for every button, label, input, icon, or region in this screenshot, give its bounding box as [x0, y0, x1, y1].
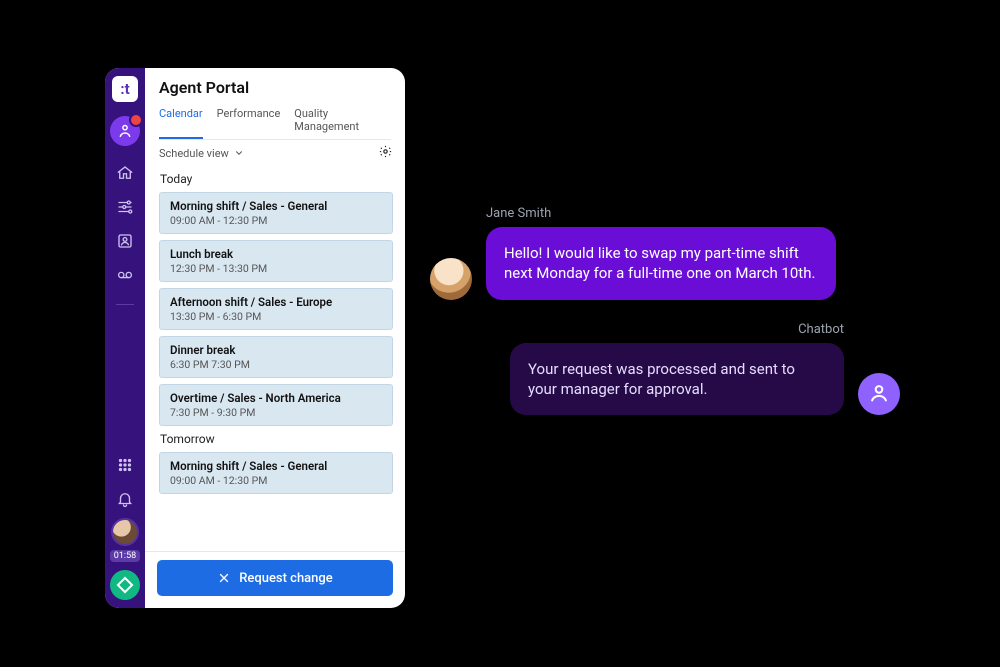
slot-time: 09:00 AM - 12:30 PM: [170, 214, 382, 227]
chat-bot-row: Your request was processed and sent to y…: [510, 343, 900, 416]
rail-dialpad-button[interactable]: [110, 450, 140, 480]
sliders-icon: [116, 198, 134, 216]
rail-notify-button[interactable]: [110, 484, 140, 514]
portal-header: Agent Portal Calendar Performance Qualit…: [145, 68, 405, 140]
chat-pane: Jane Smith Hello! I would like to swap m…: [430, 206, 900, 415]
request-change-label: Request change: [239, 571, 333, 586]
rail-chat-button[interactable]: [110, 116, 140, 146]
slot-title: Lunch break: [170, 247, 382, 261]
user-avatar: [430, 258, 472, 300]
swap-icon: [217, 571, 231, 585]
bot-avatar: [858, 373, 900, 415]
schedule-slot[interactable]: Lunch break12:30 PM - 13:30 PM: [159, 240, 393, 282]
portal-main: Agent Portal Calendar Performance Qualit…: [145, 68, 405, 608]
slot-title: Afternoon shift / Sales - Europe: [170, 295, 382, 309]
slot-time: 12:30 PM - 13:30 PM: [170, 262, 382, 275]
slot-time: 6:30 PM 7:30 PM: [170, 358, 382, 371]
slot-title: Morning shift / Sales - General: [170, 459, 382, 473]
rail-separator: [116, 304, 134, 305]
chat-user-bubble: Hello! I would like to swap my part-time…: [486, 227, 836, 300]
voicemail-icon: [116, 266, 134, 284]
portal-tabs: Calendar Performance Quality Management: [159, 103, 391, 140]
rail-voicemail-button[interactable]: [110, 260, 140, 290]
logo-glyph: :t: [120, 80, 129, 98]
section-label-today: Today: [160, 172, 393, 186]
schedule-slot[interactable]: Morning shift / Sales - General09:00 AM …: [159, 192, 393, 234]
logo-tile[interactable]: :t: [112, 76, 138, 102]
rail-contacts-button[interactable]: [110, 226, 140, 256]
slot-time: 13:30 PM - 6:30 PM: [170, 310, 382, 323]
chat-bot-bubble: Your request was processed and sent to y…: [510, 343, 844, 416]
slot-title: Morning shift / Sales - General: [170, 199, 382, 213]
chat-user-row: Hello! I would like to swap my part-time…: [430, 227, 900, 300]
gear-icon: [378, 144, 393, 159]
notification-dot-icon: [129, 113, 143, 127]
schedule-view-dropdown[interactable]: Schedule view: [159, 147, 244, 160]
portal-footer: Request change: [145, 551, 405, 608]
tab-calendar[interactable]: Calendar: [159, 103, 203, 139]
schedule-settings-button[interactable]: [378, 144, 393, 162]
request-change-button[interactable]: Request change: [157, 560, 393, 596]
slot-title: Overtime / Sales - North America: [170, 391, 382, 405]
schedule-subheader: Schedule view: [145, 140, 405, 166]
chat-sender-bot: Chatbot: [430, 322, 844, 337]
diamond-icon: [117, 577, 134, 594]
rail-home-button[interactable]: [110, 158, 140, 188]
schedule-slot[interactable]: Afternoon shift / Sales - Europe13:30 PM…: [159, 288, 393, 330]
rail-timer: 01:58: [110, 550, 140, 562]
slot-time: 7:30 PM - 9:30 PM: [170, 406, 382, 419]
tab-performance[interactable]: Performance: [217, 103, 281, 139]
bot-icon: [868, 383, 890, 405]
nav-rail: :t 01:58: [105, 68, 145, 608]
schedule-body[interactable]: Today Morning shift / Sales - General09:…: [145, 166, 405, 551]
home-icon: [116, 164, 134, 182]
slot-title: Dinner break: [170, 343, 382, 357]
schedule-view-label: Schedule view: [159, 147, 229, 160]
tab-quality[interactable]: Quality Management: [294, 103, 391, 139]
chat-sender-user: Jane Smith: [486, 206, 900, 221]
agent-portal-card: :t 01:58 Agent Portal: [105, 68, 405, 608]
bell-icon: [116, 490, 134, 508]
section-label-tomorrow: Tomorrow: [160, 432, 393, 446]
contact-icon: [116, 232, 134, 250]
schedule-slot[interactable]: Dinner break6:30 PM 7:30 PM: [159, 336, 393, 378]
slot-time: 09:00 AM - 12:30 PM: [170, 474, 382, 487]
schedule-slot[interactable]: Morning shift / Sales - General09:00 AM …: [159, 452, 393, 494]
rail-user-avatar[interactable]: [111, 518, 139, 546]
page-title: Agent Portal: [159, 78, 391, 97]
schedule-slot[interactable]: Overtime / Sales - North America7:30 PM …: [159, 384, 393, 426]
chevron-down-icon: [234, 148, 244, 158]
dialpad-icon: [116, 456, 134, 474]
rail-settings-button[interactable]: [110, 192, 140, 222]
rail-status-button[interactable]: [110, 570, 140, 600]
